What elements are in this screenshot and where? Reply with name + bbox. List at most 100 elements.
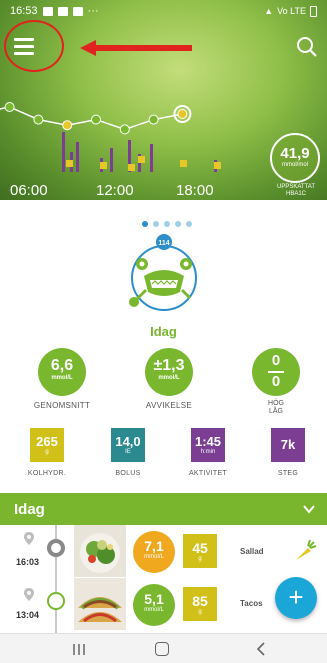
carb-marker: [138, 156, 145, 163]
battery-icon: [310, 5, 317, 17]
today-title: Idag: [150, 324, 177, 339]
signal-icon: ▲: [264, 6, 274, 16]
chart-tick-18: 18:00: [176, 182, 214, 199]
activity-tile-value: 1:45: [194, 434, 222, 449]
annotation-arrow: [80, 40, 192, 56]
average-label: GENOMSNITT: [33, 401, 91, 410]
add-entry-button[interactable]: +: [275, 577, 317, 619]
hba1c-caption: UPPSKATTAT HBA1C: [276, 184, 315, 197]
bolus-tile-value: 14,0: [115, 434, 141, 449]
high-low-stat[interactable]: 0 0: [252, 348, 300, 396]
glucose-point[interactable]: [33, 114, 44, 125]
insulin-bar: [76, 142, 79, 172]
gallery-icon: [42, 6, 53, 16]
status-time: 16:53: [10, 5, 38, 17]
tacos-photo[interactable]: [74, 578, 126, 630]
carbs-value: 85: [192, 593, 208, 609]
steps-tile-label: STEG: [277, 470, 299, 477]
today-list-title: Idag: [14, 500, 45, 518]
deviation-value: ±1,3: [153, 357, 185, 374]
meal-name: Sallad: [240, 547, 264, 556]
glucose-point[interactable]: [91, 114, 101, 125]
carb-marker: [180, 160, 187, 167]
bolus-tile-unit: IE: [125, 449, 131, 455]
carb-marker: [128, 164, 135, 171]
glucose-point[interactable]: [62, 120, 73, 131]
carb-marker: [66, 160, 73, 167]
carb-marker: [214, 162, 221, 169]
glucose-point[interactable]: [4, 102, 15, 112]
chevron-down-icon[interactable]: [303, 503, 315, 515]
average-unit: mmol/L: [51, 375, 73, 381]
today-list-header[interactable]: Idag: [0, 493, 327, 525]
glucose-point[interactable]: [148, 114, 159, 125]
glucose-value: 7,1: [144, 538, 164, 554]
annotation-circle: [4, 20, 64, 72]
location-pin-icon: [24, 532, 34, 545]
meal-name: Tacos: [240, 599, 263, 608]
carousel-indicator[interactable]: [142, 221, 192, 227]
steps-tile-value: 7k: [280, 437, 296, 452]
activity-tile[interactable]: 1:45 h:min: [191, 428, 225, 462]
hero-header: 16:53 ··· ▲ Vo LTE 06:00 12:00 18:00 41,…: [0, 0, 327, 200]
carousel-dot[interactable]: [186, 221, 192, 227]
carbs-tile-label: KOLHYDR.: [27, 470, 67, 477]
carbs-tile[interactable]: 265 g: [30, 428, 64, 462]
back-icon[interactable]: [255, 642, 267, 656]
deviation-label: AVVIKELSE: [145, 401, 193, 410]
high-low-label: HÖG LÅG: [256, 400, 296, 416]
entry-time: 13:04: [16, 610, 40, 620]
chart-tick-06: 06:00: [10, 182, 48, 199]
mascot-badge: 114: [158, 240, 169, 247]
carbs-badge[interactable]: 85 g: [183, 587, 217, 621]
timeline-node: [47, 592, 65, 610]
glucose-value: 5,1: [144, 591, 164, 607]
high-label: HÖG: [268, 400, 284, 407]
glucose-unit: mmol/L: [144, 607, 164, 613]
monster-mascot-icon: 114: [129, 234, 197, 311]
carousel-dot[interactable]: [142, 221, 148, 227]
glucose-point[interactable]: [177, 109, 188, 119]
location-pin-icon: [24, 588, 34, 601]
recent-apps-icon[interactable]: [72, 644, 86, 655]
entry-time: 16:03: [16, 557, 40, 567]
carbs-tile-value: 265: [36, 434, 58, 449]
salad-photo[interactable]: [74, 525, 126, 577]
low-count: 0: [271, 373, 281, 390]
chart-tick-12: 12:00: [96, 182, 134, 199]
status-bar: 16:53 ··· ▲ Vo LTE: [0, 0, 327, 22]
network-label: Vo LTE: [277, 6, 306, 16]
timeline-node: [47, 539, 65, 557]
notification-icon: [72, 6, 83, 16]
bolus-tile-label: BOLUS: [115, 470, 141, 477]
carousel-dot[interactable]: [175, 221, 181, 227]
carbs-unit: g: [198, 556, 202, 562]
average-stat[interactable]: 6,6 mmol/L: [38, 348, 86, 396]
insulin-bar: [150, 144, 153, 172]
insulin-bar: [110, 148, 113, 172]
bolus-tile[interactable]: 14,0 IE: [111, 428, 145, 462]
hba1c-badge[interactable]: 41,9 mmol/mol: [270, 133, 320, 183]
deviation-unit: mmol/L: [158, 375, 180, 381]
steps-tile[interactable]: 7k: [271, 428, 305, 462]
hba1c-value: 41,9: [280, 145, 310, 162]
activity-tile-label: AKTIVITET: [188, 470, 228, 477]
glucose-badge[interactable]: 7,1 mmol/L: [133, 531, 175, 573]
insulin-bar: [62, 132, 65, 172]
carrot-icon: [296, 539, 317, 560]
carousel-dot[interactable]: [153, 221, 159, 227]
carb-marker: [100, 162, 107, 169]
search-icon[interactable]: [296, 36, 318, 58]
glucose-unit: mmol/L: [144, 554, 164, 560]
globe-icon: [57, 6, 68, 16]
glucose-badge[interactable]: 5,1 mmol/L: [133, 584, 175, 626]
home-icon[interactable]: [155, 642, 169, 656]
carbs-value: 45: [192, 540, 208, 556]
glucose-point[interactable]: [119, 124, 130, 135]
carbs-badge[interactable]: 45 g: [183, 534, 217, 568]
deviation-stat[interactable]: ±1,3 mmol/L: [145, 348, 193, 396]
hba1c-unit: mmol/mol: [281, 162, 308, 168]
activity-tile-unit: h:min: [200, 449, 216, 455]
carousel-dot[interactable]: [164, 221, 170, 227]
android-nav-bar: [0, 633, 327, 663]
